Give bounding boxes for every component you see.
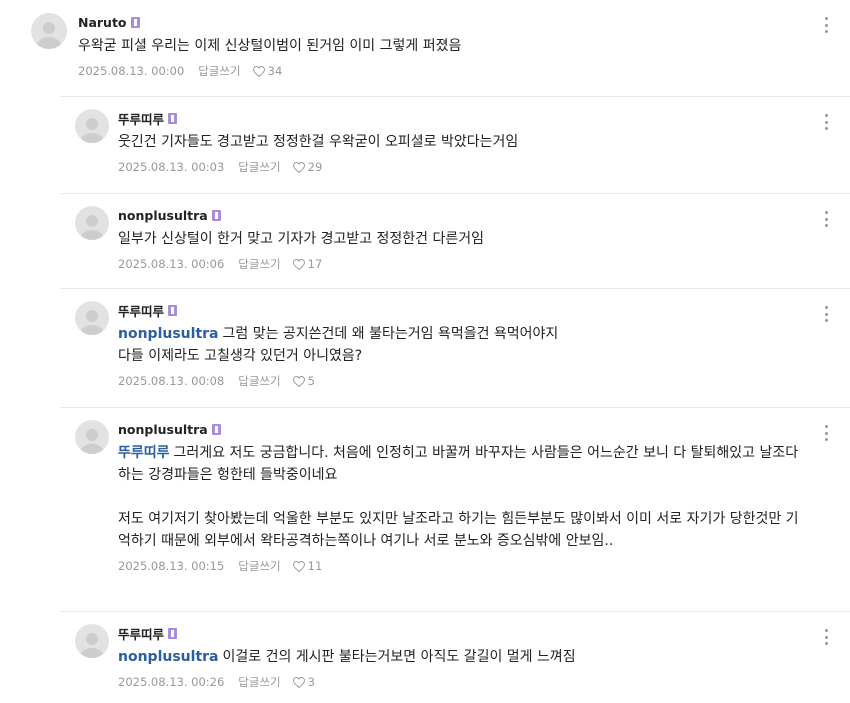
- comment-text: 뚜루띠루 그러게요 저도 궁금합니다. 처음에 인정히고 바꿀꺼 바꾸자는 사람들…: [118, 442, 810, 552]
- avatar[interactable]: [75, 206, 109, 240]
- comment-meta: 2025.08.13. 00:08 답글쓰기 5: [118, 373, 810, 389]
- like-button[interactable]: 34: [252, 64, 283, 78]
- heart-icon: [292, 258, 305, 270]
- reply-button[interactable]: 답글쓰기: [238, 256, 280, 272]
- reply-item: 뚜루띠루 nonplusultra 이걸로 건의 게시판 불타는거보면 아직도 갈…: [60, 611, 850, 703]
- author-name[interactable]: 뚜루띠루: [118, 301, 164, 320]
- like-count: 5: [307, 374, 315, 388]
- author-name[interactable]: 뚜루띠루: [118, 624, 164, 643]
- like-count: 29: [307, 160, 323, 174]
- more-options-icon[interactable]: [824, 629, 828, 645]
- like-count: 34: [267, 64, 283, 78]
- author-name[interactable]: nonplusultra: [118, 208, 208, 223]
- comment-body: nonplusultra 뚜루띠루 그러게요 저도 궁금합니다. 처음에 인정히고…: [118, 420, 810, 574]
- like-button[interactable]: 5: [292, 374, 315, 388]
- comment-time: 2025.08.13. 00:26: [118, 675, 225, 689]
- like-count: 17: [307, 257, 323, 271]
- comment-body: 뚜루띠루 웃긴건 기자들도 경고받고 정정한걸 우왁굳이 오피셜로 박았다는거임…: [118, 109, 810, 175]
- member-level-icon: [168, 112, 178, 124]
- comment-time: 2025.08.13. 00:08: [118, 374, 225, 388]
- more-options-icon[interactable]: [824, 306, 828, 322]
- mention-link[interactable]: 뚜루띠루: [118, 445, 170, 461]
- comment-meta: 2025.08.13. 00:26 답글쓰기 3: [118, 674, 810, 690]
- author-line: 뚜루띠루: [118, 109, 810, 127]
- more-options-icon[interactable]: [824, 211, 828, 227]
- comment-time: 2025.08.13. 00:00: [78, 64, 185, 78]
- more-options-icon[interactable]: [824, 114, 828, 130]
- reply-button[interactable]: 답글쓰기: [238, 373, 280, 389]
- reply-item: 뚜루띠루 nonplusultra 그럼 맞는 공지쓴건데 왜 불타는거임 욕먹을…: [60, 288, 850, 401]
- mention-link[interactable]: nonplusultra: [118, 649, 218, 665]
- avatar[interactable]: [75, 301, 109, 335]
- reply-item: 뚜루띠루 웃긴건 기자들도 경고받고 정정한걸 우왁굳이 오피셜로 박았다는거임…: [60, 96, 850, 187]
- member-level-icon: [211, 423, 221, 435]
- avatar[interactable]: [75, 624, 109, 658]
- author-name[interactable]: 뚜루띠루: [118, 109, 164, 128]
- comment-body: nonplusultra 일부가 신상털이 한거 맞고 기자가 경고받고 정정한…: [118, 206, 810, 272]
- more-options-icon[interactable]: [824, 425, 828, 441]
- heart-icon: [292, 161, 305, 173]
- reply-button[interactable]: 답글쓰기: [238, 558, 280, 574]
- like-button[interactable]: 3: [292, 675, 315, 689]
- member-level-icon: [211, 209, 221, 221]
- author-line: nonplusultra: [118, 420, 810, 438]
- like-button[interactable]: 17: [292, 257, 323, 271]
- heart-icon: [292, 676, 305, 688]
- member-level-icon: [168, 627, 178, 639]
- author-line: 뚜루띠루: [118, 301, 810, 319]
- author-line: Naruto: [78, 13, 810, 31]
- member-level-icon: [168, 304, 178, 316]
- comment-text-content: 그러게요 저도 궁금합니다. 처음에 인정히고 바꿀꺼 바꾸자는 사람들은 어느…: [118, 445, 799, 549]
- comment-text: 일부가 신상털이 한거 맞고 기자가 경고받고 정정한건 다른거임: [118, 231, 485, 247]
- comment-time: 2025.08.13. 00:03: [118, 160, 225, 174]
- reply-button[interactable]: 답글쓰기: [238, 674, 280, 690]
- like-button[interactable]: 29: [292, 160, 323, 174]
- reply-item: nonplusultra 일부가 신상털이 한거 맞고 기자가 경고받고 정정한…: [60, 193, 850, 284]
- comment-body: 뚜루띠루 nonplusultra 이걸로 건의 게시판 불타는거보면 아직도 갈…: [118, 624, 810, 690]
- heart-icon: [292, 560, 305, 572]
- reply-button[interactable]: 답글쓰기: [238, 159, 280, 175]
- avatar[interactable]: [75, 420, 109, 454]
- author-name[interactable]: Naruto: [78, 15, 127, 30]
- comment-text: 우왁굳 피셜 우리는 이제 신상털이범이 된거임 이미 그렇게 퍼졌음: [78, 38, 462, 54]
- like-count: 11: [307, 559, 323, 573]
- comment-meta: 2025.08.13. 00:00 답글쓰기 34: [78, 63, 810, 79]
- comment-meta: 2025.08.13. 00:06 답글쓰기 17: [118, 256, 810, 272]
- comment-text: 웃긴건 기자들도 경고받고 정정한걸 우왁굳이 오피셜로 박았다는거임: [118, 134, 519, 150]
- member-level-icon: [130, 16, 140, 28]
- comment-body: Naruto 우왁굳 피셜 우리는 이제 신상털이범이 된거임 이미 그렇게 퍼…: [78, 13, 810, 79]
- avatar[interactable]: [31, 13, 67, 49]
- reply-item: nonplusultra 뚜루띠루 그러게요 저도 궁금합니다. 처음에 인정히고…: [60, 407, 850, 608]
- comment-text: nonplusultra 이걸로 건의 게시판 불타는거보면 아직도 갈길이 멀게…: [118, 646, 810, 668]
- like-button[interactable]: 11: [292, 559, 323, 573]
- reply-button[interactable]: 답글쓰기: [198, 63, 240, 79]
- author-line: 뚜루띠루: [118, 624, 810, 642]
- comment-item: Naruto 우왁굳 피셜 우리는 이제 신상털이범이 된거임 이미 그렇게 퍼…: [0, 0, 850, 96]
- mention-link[interactable]: nonplusultra: [118, 326, 218, 342]
- heart-icon: [252, 65, 265, 77]
- author-line: nonplusultra: [118, 206, 810, 224]
- comment-text: nonplusultra 그럼 맞는 공지쓴건데 왜 불타는거임 욕먹을건 욕먹어…: [118, 323, 810, 367]
- comment-time: 2025.08.13. 00:06: [118, 257, 225, 271]
- author-name[interactable]: nonplusultra: [118, 422, 208, 437]
- heart-icon: [292, 375, 305, 387]
- avatar[interactable]: [75, 109, 109, 143]
- like-count: 3: [307, 675, 315, 689]
- more-options-icon[interactable]: [824, 17, 828, 33]
- comment-meta: 2025.08.13. 00:03 답글쓰기 29: [118, 159, 810, 175]
- comment-time: 2025.08.13. 00:15: [118, 559, 225, 573]
- comment-text-content: 이걸로 건의 게시판 불타는거보면 아직도 갈길이 멀게 느껴짐: [222, 649, 576, 665]
- comment-meta: 2025.08.13. 00:15 답글쓰기 11: [118, 558, 810, 574]
- comment-body: 뚜루띠루 nonplusultra 그럼 맞는 공지쓴건데 왜 불타는거임 욕먹을…: [118, 301, 810, 389]
